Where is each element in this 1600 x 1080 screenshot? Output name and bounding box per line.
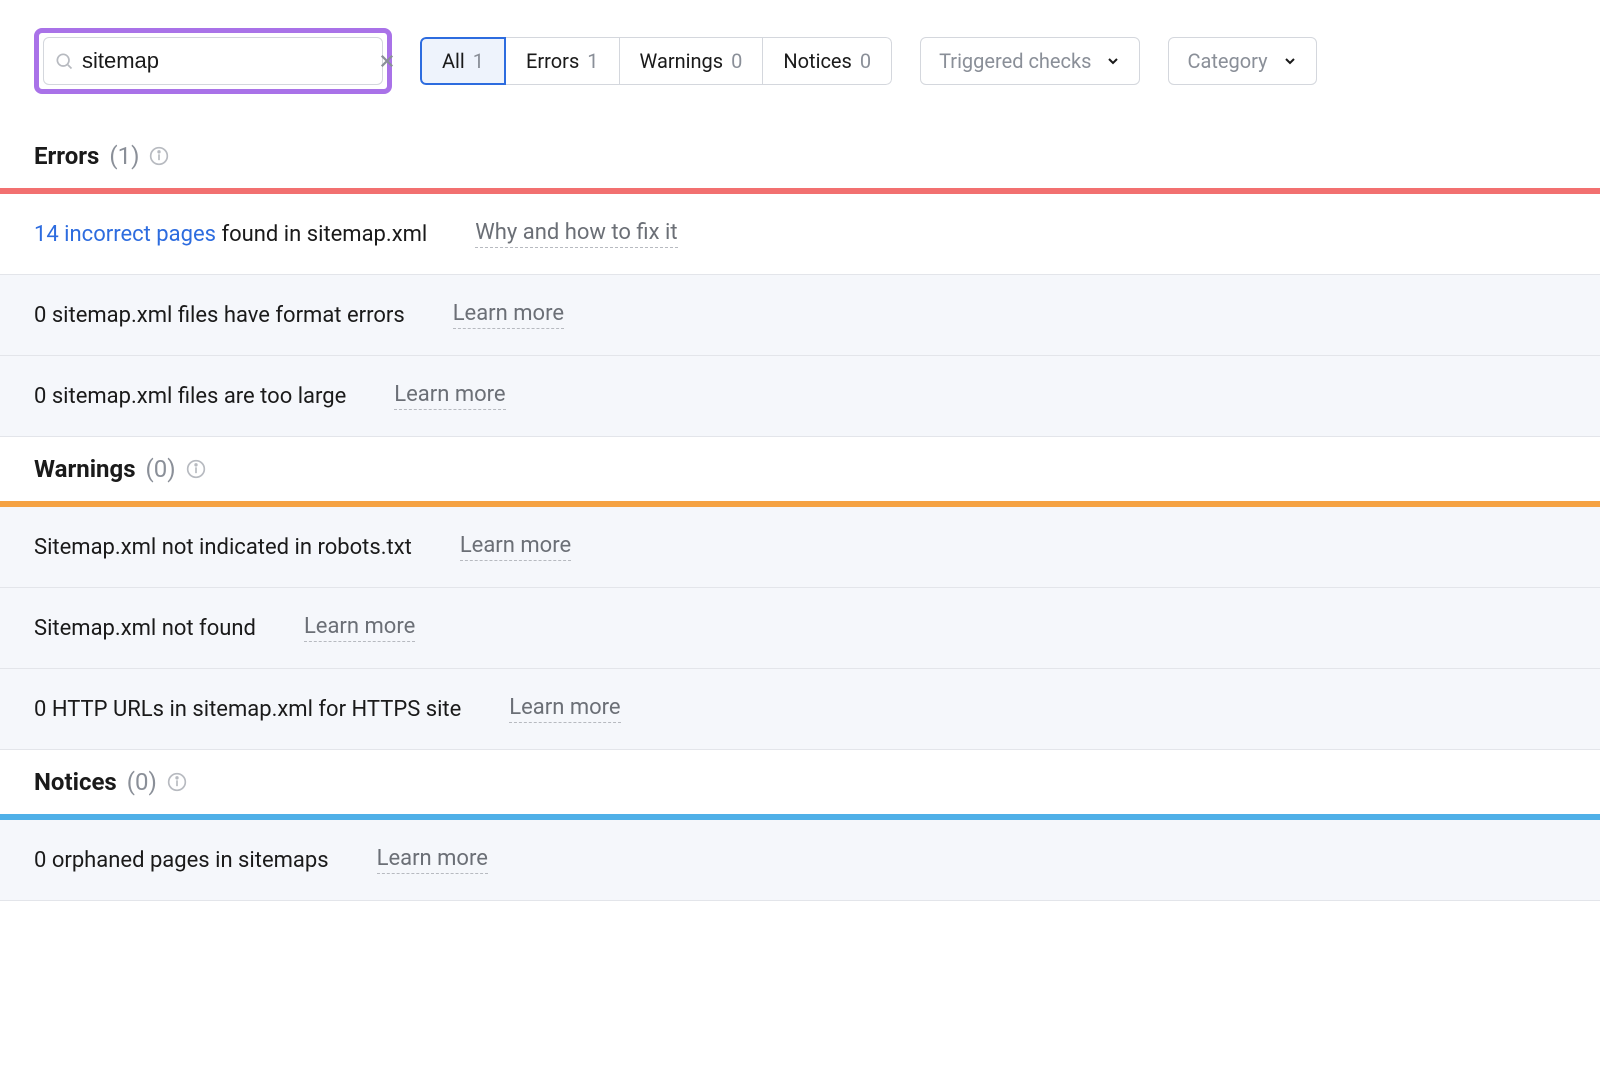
learn-more-link[interactable]: Learn more [377, 846, 488, 874]
learn-more-link[interactable]: Learn more [453, 301, 564, 329]
tab-label: All [442, 49, 465, 73]
toolbar: All 1 Errors 1 Warnings 0 Notices 0 Trig… [0, 28, 1600, 124]
section-header-errors: Errors (1) [0, 124, 1600, 188]
chevron-down-icon [1282, 53, 1298, 69]
chevron-down-icon [1105, 53, 1121, 69]
dropdown-triggered-checks[interactable]: Triggered checks [920, 37, 1140, 85]
filter-tabs: All 1 Errors 1 Warnings 0 Notices 0 [420, 37, 892, 85]
tab-count: 1 [473, 49, 484, 73]
search-box[interactable] [43, 37, 383, 85]
issue-row[interactable]: Sitemap.xml not indicated in robots.txt … [0, 507, 1600, 588]
tab-label: Notices [783, 49, 851, 73]
why-and-how-link[interactable]: Why and how to fix it [475, 220, 677, 248]
dropdown-label: Category [1187, 49, 1267, 73]
section-count: (1) [109, 142, 139, 170]
issue-row[interactable]: 0 HTTP URLs in sitemap.xml for HTTPS sit… [0, 669, 1600, 750]
issue-row[interactable]: 14 incorrect pages found in sitemap.xml … [0, 194, 1600, 275]
issue-text: 0 HTTP URLs in sitemap.xml for HTTPS sit… [34, 697, 461, 722]
section-header-warnings: Warnings (0) [0, 437, 1600, 501]
issue-link[interactable]: 14 incorrect pages [34, 222, 216, 247]
learn-more-link[interactable]: Learn more [394, 382, 505, 410]
learn-more-link[interactable]: Learn more [304, 614, 415, 642]
dropdown-category[interactable]: Category [1168, 37, 1316, 85]
issue-text: 0 orphaned pages in sitemaps [34, 848, 329, 873]
search-icon [54, 51, 74, 71]
info-icon[interactable] [186, 459, 206, 479]
tab-count: 0 [731, 49, 742, 73]
issue-text: 0 sitemap.xml files are too large [34, 384, 346, 409]
section-title: Errors [34, 142, 99, 170]
tab-label: Warnings [640, 49, 724, 73]
tab-count: 1 [587, 49, 598, 73]
section-count: (0) [127, 768, 157, 796]
issue-suffix: found in sitemap.xml [216, 222, 427, 247]
tab-errors[interactable]: Errors 1 [506, 37, 619, 85]
clear-icon[interactable] [378, 52, 396, 70]
tab-notices[interactable]: Notices 0 [763, 37, 892, 85]
info-icon[interactable] [167, 772, 187, 792]
info-icon[interactable] [149, 146, 169, 166]
learn-more-link[interactable]: Learn more [460, 533, 571, 561]
issue-row[interactable]: 0 sitemap.xml files have format errors L… [0, 275, 1600, 356]
issue-text: 0 sitemap.xml files have format errors [34, 303, 405, 328]
tab-warnings[interactable]: Warnings 0 [620, 37, 764, 85]
issue-text: Sitemap.xml not indicated in robots.txt [34, 535, 412, 560]
tab-count: 0 [860, 49, 871, 73]
issue-row[interactable]: 0 orphaned pages in sitemaps Learn more [0, 820, 1600, 901]
issue-text: 14 incorrect pages found in sitemap.xml [34, 222, 427, 247]
section-count: (0) [146, 455, 176, 483]
section-title: Warnings [34, 455, 136, 483]
learn-more-link[interactable]: Learn more [509, 695, 620, 723]
search-input[interactable] [74, 48, 378, 74]
section-title: Notices [34, 768, 117, 796]
issue-text: Sitemap.xml not found [34, 616, 256, 641]
tab-all[interactable]: All 1 [420, 37, 506, 85]
search-highlight-box [34, 28, 392, 94]
section-header-notices: Notices (0) [0, 750, 1600, 814]
issue-row[interactable]: 0 sitemap.xml files are too large Learn … [0, 356, 1600, 437]
dropdown-label: Triggered checks [939, 49, 1091, 73]
issue-row[interactable]: Sitemap.xml not found Learn more [0, 588, 1600, 669]
tab-label: Errors [526, 49, 579, 73]
